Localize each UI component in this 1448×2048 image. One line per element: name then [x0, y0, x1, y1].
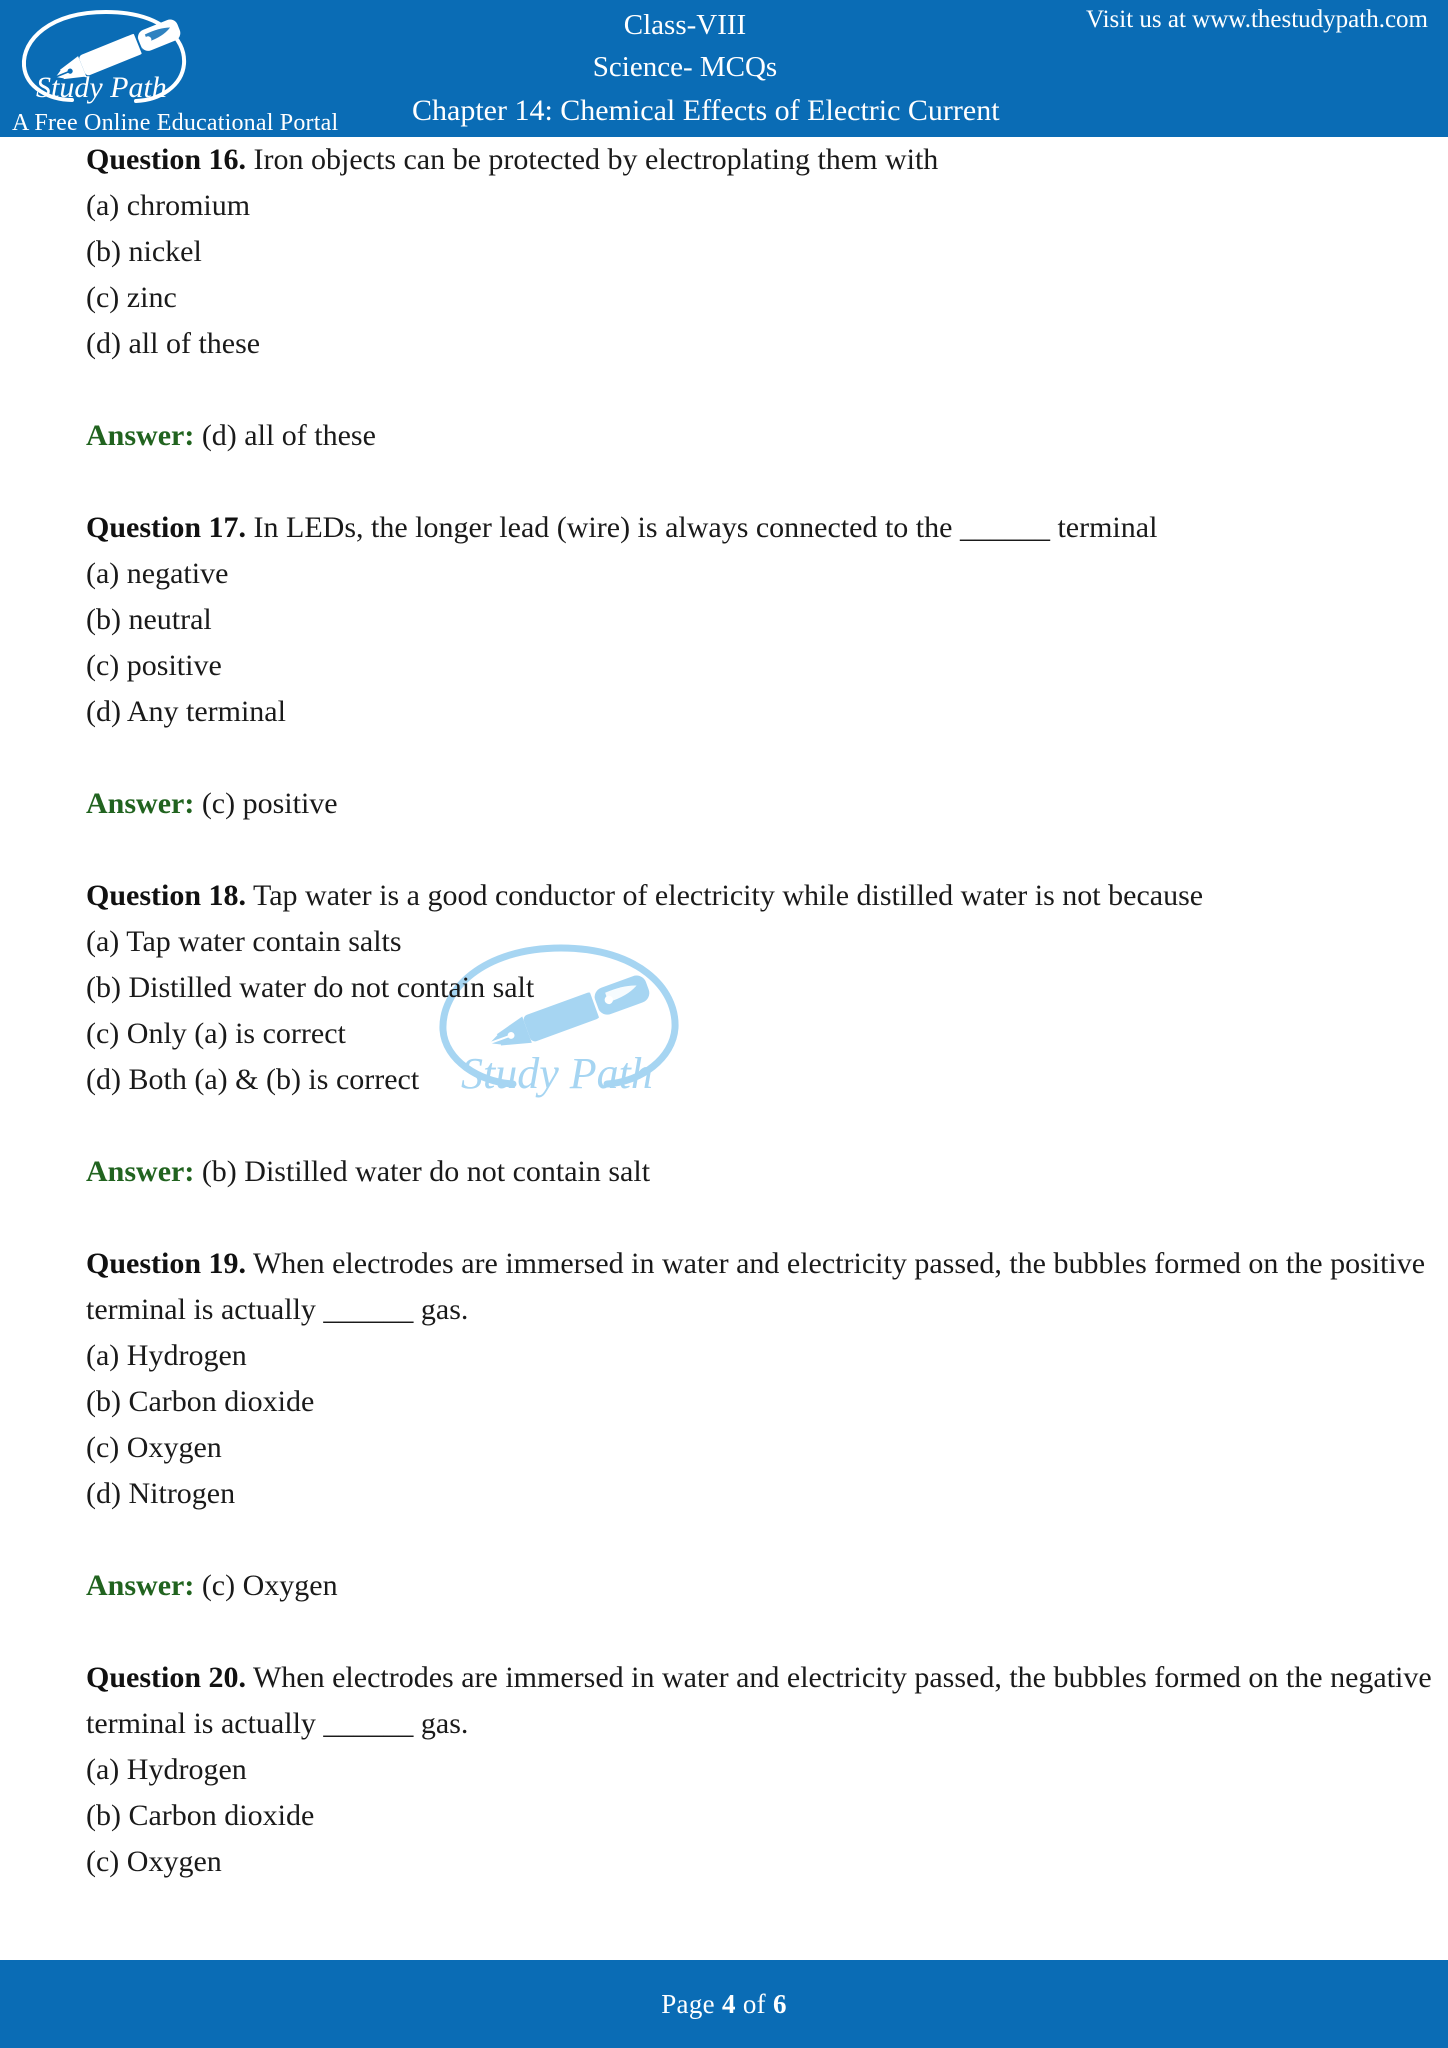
page-middle: of	[735, 1988, 773, 2019]
question-block-20: Question 20. When electrodes are immerse…	[86, 1655, 1448, 1885]
logo-brand-text: Study Path	[36, 71, 167, 104]
header-center-block: Class-VIII Science- MCQs	[400, 4, 970, 88]
total-page-number: 6	[772, 1988, 787, 2019]
current-page-number: 4	[721, 1988, 736, 2019]
page-header: Study Path A Free Online Educational Por…	[0, 0, 1448, 137]
option-16-d[interactable]: (d) all of these	[86, 321, 1448, 367]
option-18-b[interactable]: (b) Distilled water do not contain salt	[86, 965, 1448, 1011]
option-20-b[interactable]: (b) Carbon dioxide	[86, 1793, 1448, 1839]
question-prompt-19: Question 19. When electrodes are immerse…	[86, 1241, 1448, 1333]
header-chapter-label: Chapter 14: Chemical Effects of Electric…	[412, 94, 1000, 127]
page-number-indicator: Page 4 of 6	[661, 1989, 787, 2020]
answer-16: Answer: (d) all of these	[86, 413, 1448, 459]
option-16-c[interactable]: (c) zinc	[86, 275, 1448, 321]
option-20-c[interactable]: (c) Oxygen	[86, 1839, 1448, 1885]
option-17-d[interactable]: (d) Any terminal	[86, 689, 1448, 735]
document-page: Study Path A Free Online Educational Por…	[0, 0, 1448, 2048]
header-visit-link[interactable]: Visit us at www.thestudypath.com	[1086, 6, 1428, 34]
page-prefix: Page	[661, 1988, 722, 2019]
option-16-b[interactable]: (b) nickel	[86, 229, 1448, 275]
answer-text-17: (c) positive	[194, 787, 338, 820]
header-class-label: Class-VIII	[623, 9, 747, 41]
answer-text-18: (b) Distilled water do not contain salt	[194, 1155, 651, 1188]
question-block-18: Question 18. Tap water is a good conduct…	[86, 873, 1448, 1241]
answer-label-16: Answer:	[86, 419, 195, 452]
option-17-c[interactable]: (c) positive	[86, 643, 1448, 689]
answer-18: Answer: (b) Distilled water do not conta…	[86, 1149, 1448, 1195]
option-19-c[interactable]: (c) Oxygen	[86, 1425, 1448, 1471]
question-prompt-18: Question 18. Tap water is a good conduct…	[86, 873, 1448, 919]
option-18-c[interactable]: (c) Only (a) is correct	[86, 1011, 1448, 1057]
question-text-18: Tap water is a good conductor of electri…	[246, 879, 1204, 912]
question-text-17: In LEDs, the longer lead (wire) is alway…	[246, 511, 1158, 544]
question-number-18: Question 18.	[86, 879, 247, 912]
answer-17: Answer: (c) positive	[86, 781, 1448, 827]
study-path-logo: Study Path	[10, 4, 200, 114]
option-18-a[interactable]: (a) Tap water contain salts	[86, 919, 1448, 965]
page-footer: Page 4 of 6	[0, 1960, 1448, 2048]
option-17-b[interactable]: (b) neutral	[86, 597, 1448, 643]
header-tagline: A Free Online Educational Portal	[12, 110, 339, 136]
option-19-d[interactable]: (d) Nitrogen	[86, 1471, 1448, 1517]
option-16-a[interactable]: (a) chromium	[86, 183, 1448, 229]
answer-text-19: (c) Oxygen	[194, 1569, 338, 1602]
answer-label-19: Answer:	[86, 1569, 195, 1602]
questions-container: Question 16. Iron objects can be protect…	[0, 137, 1448, 1885]
question-number-17: Question 17.	[86, 511, 247, 544]
option-18-d[interactable]: (d) Both (a) & (b) is correct	[86, 1057, 1448, 1103]
question-prompt-16: Question 16. Iron objects can be protect…	[86, 137, 1448, 183]
question-block-19: Question 19. When electrodes are immerse…	[86, 1241, 1448, 1655]
answer-text-16: (d) all of these	[194, 419, 376, 452]
option-17-a[interactable]: (a) negative	[86, 551, 1448, 597]
header-subject-label: Science- MCQs	[592, 51, 778, 83]
answer-19: Answer: (c) Oxygen	[86, 1563, 1448, 1609]
question-number-20: Question 20.	[86, 1661, 247, 1694]
question-number-19: Question 19.	[86, 1247, 247, 1280]
option-20-a[interactable]: (a) Hydrogen	[86, 1747, 1448, 1793]
answer-label-18: Answer:	[86, 1155, 195, 1188]
question-block-17: Question 17. In LEDs, the longer lead (w…	[86, 505, 1448, 873]
question-number-16: Question 16.	[86, 143, 247, 176]
question-text-19: When electrodes are immersed in water an…	[86, 1247, 1433, 1326]
question-prompt-20: Question 20. When electrodes are immerse…	[86, 1655, 1448, 1747]
option-19-b[interactable]: (b) Carbon dioxide	[86, 1379, 1448, 1425]
question-text-16: Iron objects can be protected by electro…	[246, 143, 939, 176]
question-prompt-17: Question 17. In LEDs, the longer lead (w…	[86, 505, 1448, 551]
option-19-a[interactable]: (a) Hydrogen	[86, 1333, 1448, 1379]
question-text-20: When electrodes are immersed in water an…	[86, 1661, 1440, 1740]
question-block-16: Question 16. Iron objects can be protect…	[86, 137, 1448, 505]
answer-label-17: Answer:	[86, 787, 195, 820]
